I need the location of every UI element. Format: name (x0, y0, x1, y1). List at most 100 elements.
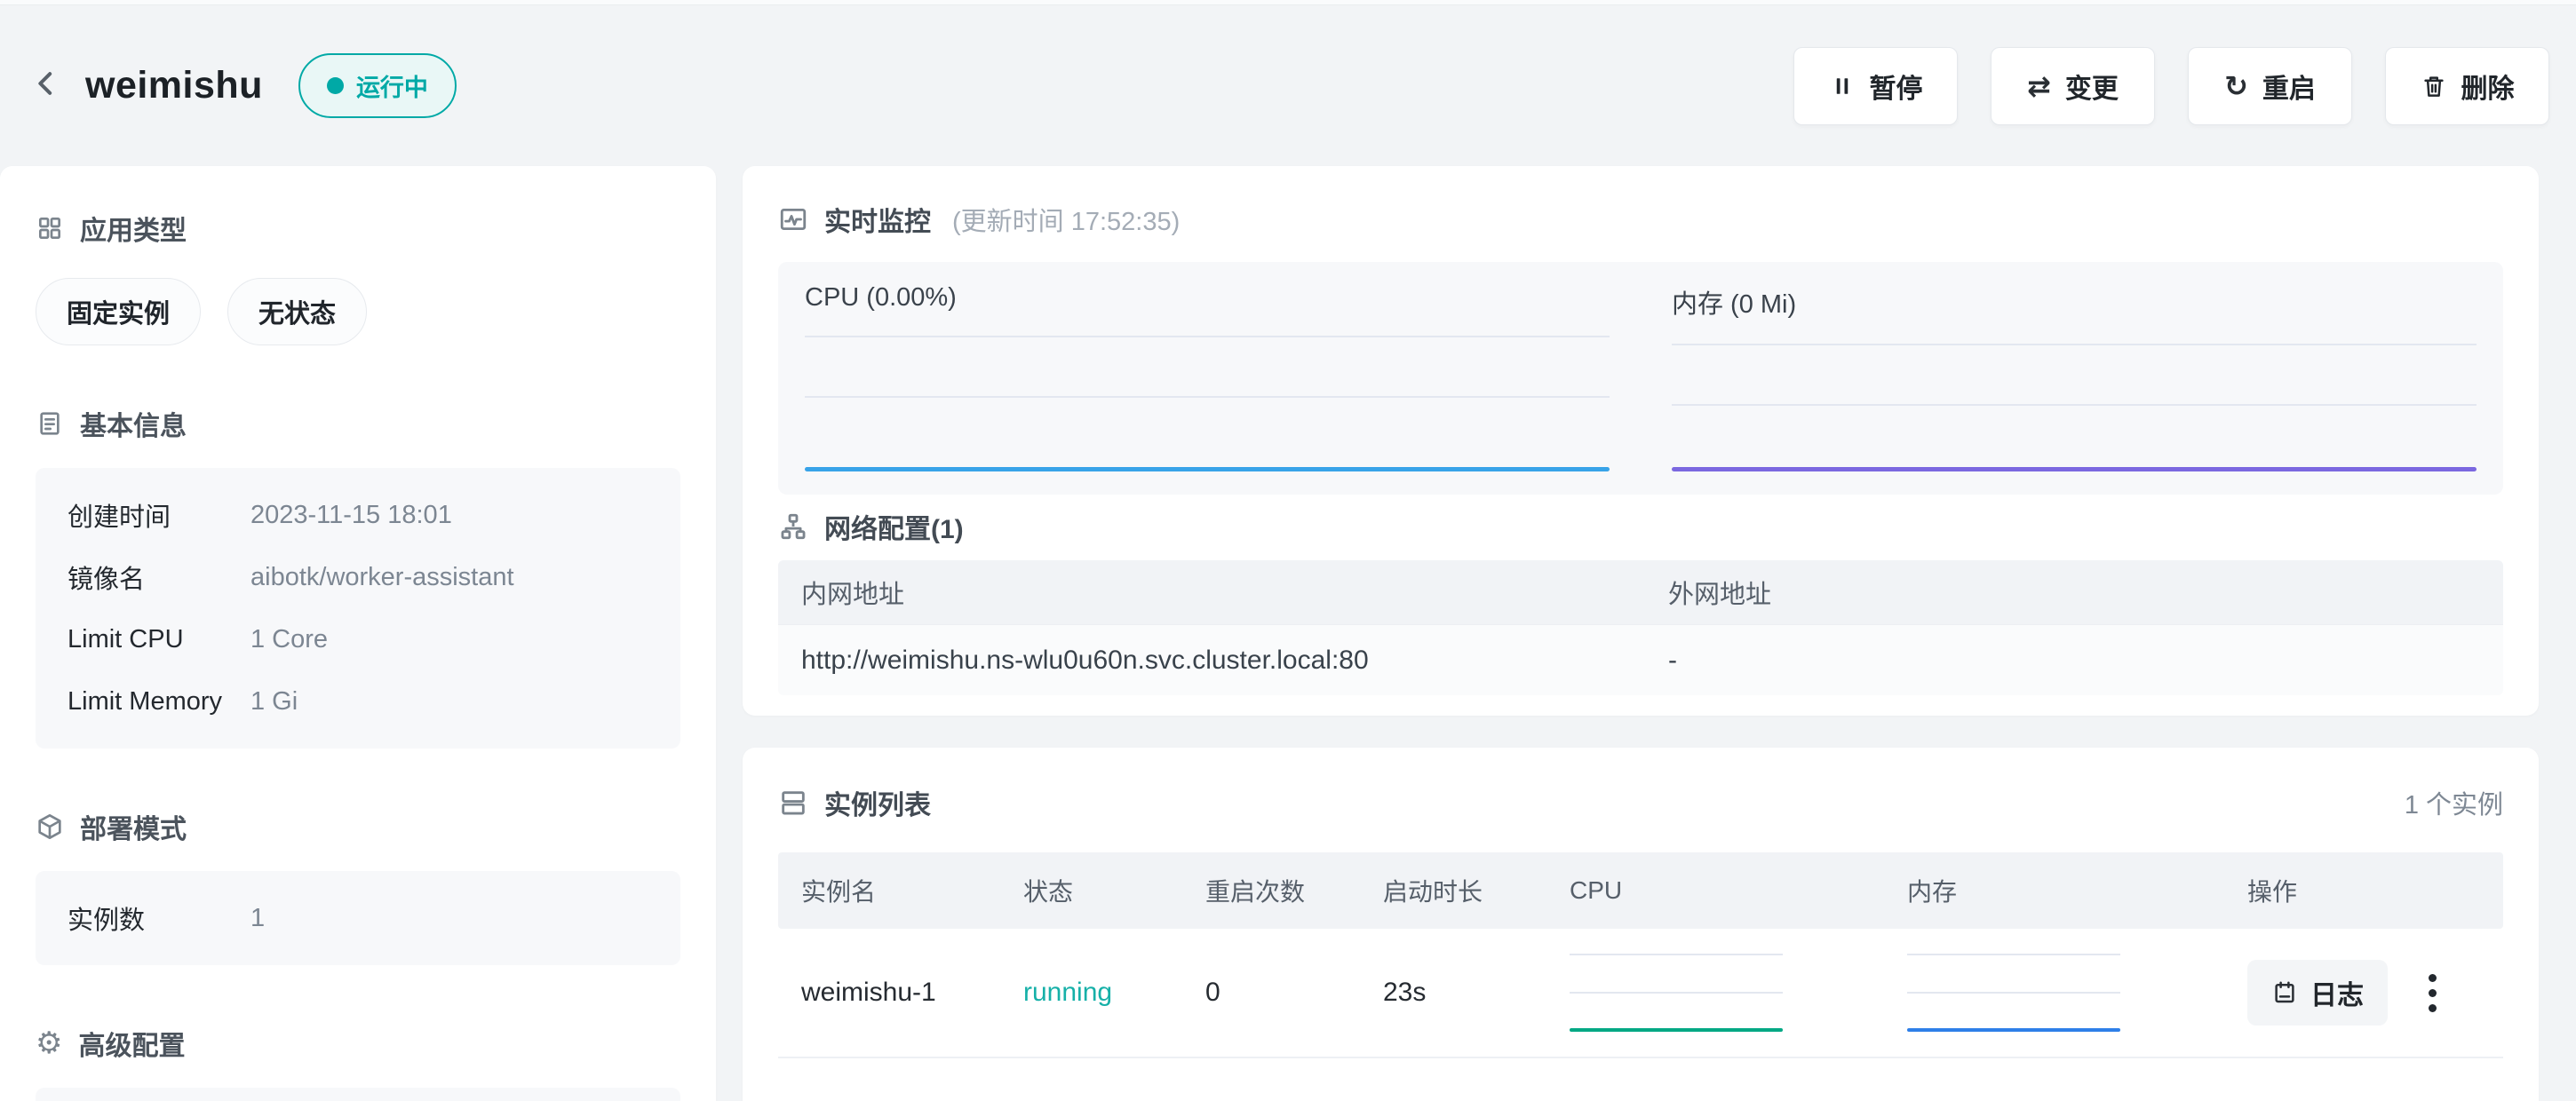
instance-memory-sparkline (1907, 952, 2120, 1034)
internal-address[interactable]: http://weimishu.ns-wlu0u60n.svc.cluster.… (778, 646, 1645, 676)
memory-chart-label: 内存 (0 Mi) (1672, 283, 2477, 321)
instance-list-title: 实例列表 (824, 783, 931, 822)
monitor-panel: CPU (0.00%) 内存 (0 Mi) (778, 262, 2503, 495)
section-title: 部署模式 (80, 807, 187, 846)
instance-table: 实例名 状态 重启次数 启动时长 CPU 内存 操作 weimishu-1 ru… (778, 852, 2503, 1058)
info-value: 2023-11-15 18:01 (250, 501, 452, 530)
network-table-row: http://weimishu.ns-wlu0u60n.svc.cluster.… (778, 624, 2503, 695)
instance-cpu-sparkline (1570, 952, 1783, 1034)
more-actions-button[interactable] (2423, 969, 2442, 1018)
column-header: 重启次数 (1205, 873, 1383, 908)
cpu-series-line (805, 467, 1610, 471)
kebab-dot (2429, 989, 2437, 997)
network-table: 内网地址 外网地址 http://weimishu.ns-wlu0u60n.sv… (778, 560, 2503, 695)
pause-button[interactable]: 暂停 (1793, 47, 1958, 125)
info-row: 实例数 1 (68, 887, 648, 949)
info-row: Limit Memory 1 Gi (68, 670, 648, 733)
section-deploy-mode: 部署模式 (36, 807, 680, 846)
app-overview-panel: 应用类型 固定实例 无状态 基本信息 创建时间 2023-11-15 18:01… (0, 166, 716, 1101)
instance-table-row: weimishu-1 running 0 23s (778, 929, 2503, 1058)
external-address: - (1645, 646, 2503, 676)
column-header: 内网地址 (778, 574, 1645, 611)
page-title: weimishu (85, 64, 263, 107)
tag-stateless: 无状态 (227, 278, 367, 345)
basic-info-panel: 创建时间 2023-11-15 18:01 镜像名 aibotk/worker-… (36, 468, 680, 749)
instance-table-header: 实例名 状态 重启次数 启动时长 CPU 内存 操作 (778, 852, 2503, 929)
section-app-type: 应用类型 (36, 209, 680, 248)
advanced-config-panel: 启动命令 未配置 运行参数 未配置 (36, 1088, 680, 1101)
instance-count: 1 个实例 (2405, 784, 2503, 821)
info-label: Limit Memory (68, 687, 250, 717)
logs-button[interactable]: 日志 (2247, 960, 2388, 1026)
instance-list-header: 实例列表 1 个实例 (778, 783, 2503, 822)
column-header: 实例名 (778, 873, 1023, 908)
pause-button-label: 暂停 (1870, 67, 1923, 106)
gridline (1907, 992, 2120, 994)
tag-fixed-instance: 固定实例 (36, 278, 201, 345)
network-header: 网络配置(1) (778, 507, 2503, 546)
network-icon (778, 511, 808, 542)
cpu-chart-label: CPU (0.00%) (805, 283, 1610, 313)
column-header: 操作 (2247, 873, 2503, 908)
cpu-series-line (1570, 1028, 1783, 1032)
info-label: 实例数 (68, 899, 250, 937)
gridline (1672, 344, 2477, 345)
info-value: 1 Core (250, 625, 328, 654)
memory-series-line (1907, 1028, 2120, 1032)
list-icon (778, 788, 808, 818)
instance-uptime: 23s (1383, 978, 1570, 1008)
instance-name: weimishu-1 (778, 978, 1023, 1008)
gridline (805, 336, 1610, 337)
column-header: CPU (1570, 876, 1907, 905)
info-row: 创建时间 2023-11-15 18:01 (68, 484, 648, 546)
cpu-chart-plot (805, 321, 1610, 477)
log-icon (2271, 979, 2298, 1006)
status-badge: 运行中 (298, 53, 457, 118)
column-header: 启动时长 (1383, 873, 1570, 908)
memory-series-line (1672, 467, 2477, 471)
kebab-dot (2429, 1004, 2437, 1012)
restart-button-label: 重启 (2262, 67, 2316, 106)
gridline (1672, 404, 2477, 406)
network-table-header: 内网地址 外网地址 (778, 560, 2503, 624)
monitor-title: 实时监控 (824, 200, 931, 239)
info-row: 镜像名 aibotk/worker-assistant (68, 546, 648, 608)
restart-icon: ↻ (2224, 72, 2248, 100)
info-value: 1 Gi (250, 687, 298, 717)
change-button[interactable]: ⇄ 变更 (1991, 47, 2155, 125)
info-label: 创建时间 (68, 496, 250, 534)
change-button-label: 变更 (2065, 67, 2119, 106)
main-content: 实时监控 (更新时间 17:52:35) CPU (0.00%) 内存 (0 M… (743, 166, 2539, 1101)
instance-list-card: 实例列表 1 个实例 实例名 状态 重启次数 启动时长 CPU 内存 操作 we… (743, 748, 2539, 1101)
info-row: Limit CPU 1 Core (68, 608, 648, 670)
delete-button-label: 删除 (2461, 67, 2515, 106)
cpu-chart: CPU (0.00%) (805, 283, 1610, 477)
document-icon (36, 409, 64, 438)
section-advanced-config: ⚙ 高级配置 (36, 1024, 680, 1063)
monitor-header: 实时监控 (更新时间 17:52:35) (778, 200, 2503, 239)
instance-restarts: 0 (1205, 978, 1383, 1008)
network-title: 网络配置(1) (824, 507, 964, 546)
monitor-update-time: (更新时间 17:52:35) (952, 201, 1180, 238)
grid-icon (36, 214, 64, 242)
column-header: 外网地址 (1645, 574, 2503, 611)
app-type-tags: 固定实例 无状态 (36, 278, 680, 345)
section-title: 应用类型 (80, 209, 187, 248)
info-value: 1 (250, 904, 265, 933)
kebab-dot (2429, 974, 2437, 982)
info-label: 镜像名 (68, 558, 250, 596)
section-basic-info: 基本信息 (36, 404, 680, 443)
section-title: 高级配置 (78, 1024, 185, 1063)
deploy-mode-panel: 实例数 1 (36, 871, 680, 965)
memory-chart: 内存 (0 Mi) (1672, 283, 2477, 477)
swap-arrows-icon: ⇄ (2027, 72, 2051, 100)
trash-icon (2421, 73, 2447, 99)
restart-button[interactable]: ↻ 重启 (2188, 47, 2352, 125)
column-header: 内存 (1907, 873, 2247, 908)
back-button[interactable] (20, 59, 73, 113)
chevron-left-icon (28, 66, 64, 106)
delete-button[interactable]: 删除 (2385, 47, 2549, 125)
pause-icon (1829, 73, 1856, 99)
gear-icon: ⚙ (36, 1028, 62, 1058)
gridline (1570, 992, 1783, 994)
